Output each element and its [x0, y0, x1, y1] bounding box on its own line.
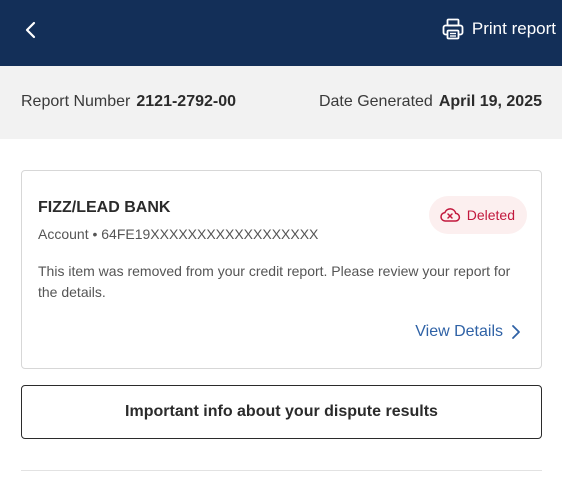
report-number-label: Report Number — [21, 93, 131, 110]
back-button[interactable] — [18, 17, 44, 43]
printer-icon — [442, 18, 464, 40]
chevron-right-icon — [509, 324, 523, 340]
item-description: This item was removed from your credit r… — [38, 263, 511, 300]
date-generated-value: April 19, 2025 — [438, 93, 542, 110]
view-details-link[interactable]: View Details — [415, 321, 523, 343]
divider — [21, 470, 542, 471]
top-app-bar: Print report — [0, 0, 562, 66]
report-number-value: 2121-2792-00 — [136, 93, 237, 110]
date-generated: Date Generated April 19, 2025 — [319, 93, 542, 111]
view-details-label: View Details — [415, 323, 503, 340]
chevron-left-icon — [24, 21, 38, 39]
status-badge: Deleted — [428, 196, 527, 234]
print-report-button[interactable]: Print report — [442, 15, 556, 43]
cloud-x-icon — [439, 204, 461, 226]
report-number: Report Number 2121-2792-00 — [21, 93, 236, 111]
creditor-name: FIZZ/LEAD BANK — [38, 199, 171, 216]
dispute-info-button[interactable]: Important info about your dispute result… — [21, 385, 542, 439]
report-meta-bar: Report Number 2121-2792-00 Date Generated… — [0, 66, 562, 139]
dispute-info-label: Important info about your dispute result… — [125, 403, 438, 420]
dispute-item-card: FIZZ/LEAD BANK Account • 64FE19XXXXXXXXX… — [21, 170, 542, 369]
account-number: Account • 64FE19XXXXXXXXXXXXXXXXXX — [38, 226, 319, 242]
print-report-label: Print report — [471, 19, 556, 38]
date-generated-label: Date Generated — [318, 93, 433, 110]
status-text: Deleted — [466, 207, 515, 223]
